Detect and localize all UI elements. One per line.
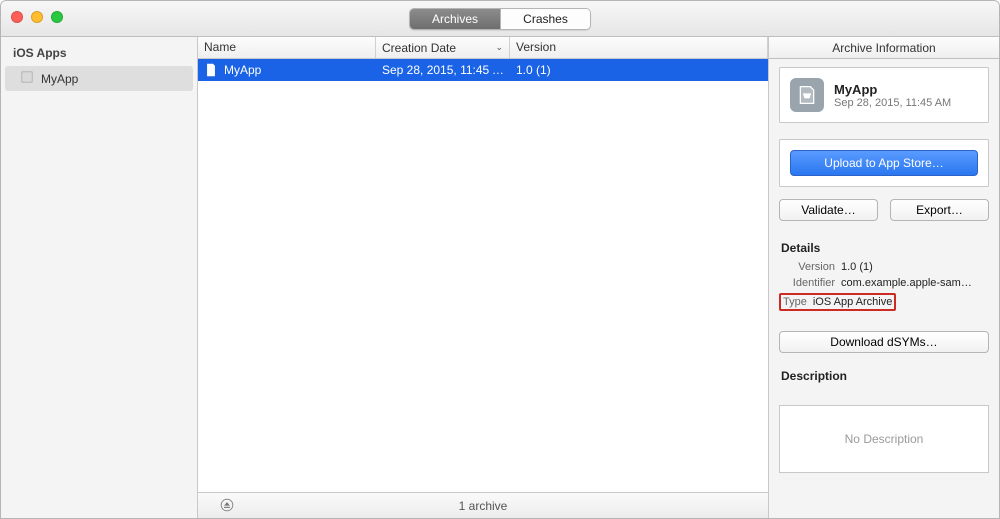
validate-export-row: Validate… Export… [779, 199, 989, 221]
type-value: iOS App Archive [813, 296, 893, 308]
cell-date: Sep 28, 2015, 11:45 AM [376, 63, 510, 77]
details-title: Details [781, 241, 987, 255]
kv-identifier: Identifier com.example.apple-sam… [779, 277, 989, 289]
app-placeholder-icon [19, 69, 35, 88]
validate-button[interactable]: Validate… [779, 199, 878, 221]
download-dsyms-button[interactable]: Download dSYMs… [779, 331, 989, 353]
inspector: Archive Information MyApp Sep 28, 2015, … [769, 37, 999, 518]
sidebar-item-label: MyApp [41, 72, 78, 86]
organizer-window: Archives Crashes iOS Apps MyApp Name Cre… [0, 0, 1000, 519]
table-body: MyApp Sep 28, 2015, 11:45 AM 1.0 (1) [198, 59, 768, 492]
app-date: Sep 28, 2015, 11:45 AM [834, 97, 951, 109]
app-meta: MyApp Sep 28, 2015, 11:45 AM [834, 82, 951, 109]
titlebar: Archives Crashes [1, 1, 999, 37]
version-label: Version [779, 261, 835, 273]
close-window-button[interactable] [11, 11, 23, 23]
kv-version: Version 1.0 (1) [779, 261, 989, 273]
archive-table: Name Creation Date ⌄ Version MyApp Sep 2… [198, 37, 769, 518]
kv-type: Type iOS App Archive [779, 293, 989, 311]
tab-crashes[interactable]: Crashes [500, 9, 590, 29]
version-value: 1.0 (1) [841, 261, 989, 273]
table-row[interactable]: MyApp Sep 28, 2015, 11:45 AM 1.0 (1) [198, 59, 768, 81]
identifier-label: Identifier [779, 277, 835, 289]
upload-card: Upload to App Store… [779, 139, 989, 187]
column-date-label: Creation Date [382, 41, 456, 55]
type-label: Type [783, 296, 807, 308]
export-button[interactable]: Export… [890, 199, 989, 221]
sidebar-header: iOS Apps [1, 42, 197, 64]
zoom-window-button[interactable] [51, 11, 63, 23]
description-title: Description [781, 369, 987, 383]
tab-archives[interactable]: Archives [410, 9, 500, 29]
section-tabs: Archives Crashes [409, 8, 591, 30]
column-creation-date[interactable]: Creation Date ⌄ [376, 37, 510, 58]
sort-descending-icon: ⌄ [495, 42, 503, 53]
cell-name-text: MyApp [224, 63, 261, 77]
window-controls [11, 11, 63, 23]
sidebar: iOS Apps MyApp [1, 37, 198, 518]
inspector-title: Archive Information [769, 37, 999, 59]
table-footer: 1 archive [198, 492, 768, 518]
archive-file-icon [204, 63, 218, 77]
cell-name: MyApp [198, 63, 376, 77]
minimize-window-button[interactable] [31, 11, 43, 23]
description-box[interactable]: No Description [779, 405, 989, 473]
details-section: Details Version 1.0 (1) Identifier com.e… [779, 235, 989, 315]
archive-count: 1 archive [459, 499, 508, 513]
cell-version: 1.0 (1) [510, 63, 768, 77]
app-summary-card: MyApp Sep 28, 2015, 11:45 AM [779, 67, 989, 123]
body: iOS Apps MyApp Name Creation Date ⌄ Vers… [1, 37, 999, 518]
column-version[interactable]: Version [510, 37, 768, 58]
eject-icon[interactable] [220, 498, 234, 515]
app-name: MyApp [834, 82, 951, 97]
column-name[interactable]: Name [198, 37, 376, 58]
identifier-value: com.example.apple-sam… [841, 277, 989, 289]
type-highlight: Type iOS App Archive [779, 293, 896, 311]
column-headers: Name Creation Date ⌄ Version [198, 37, 768, 59]
description-section: Description [779, 363, 989, 389]
app-archive-icon [790, 78, 824, 112]
upload-to-app-store-button[interactable]: Upload to App Store… [790, 150, 978, 176]
sidebar-item-myapp[interactable]: MyApp [5, 66, 193, 91]
